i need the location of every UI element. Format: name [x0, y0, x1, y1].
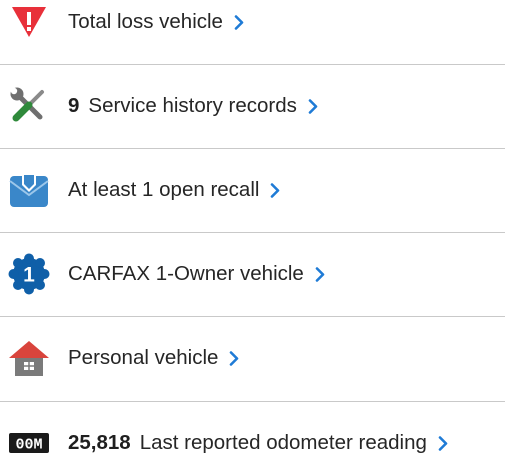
- recall-envelope-icon: [8, 168, 50, 212]
- divider: [0, 148, 505, 149]
- list-item-count: 9: [68, 94, 80, 117]
- list-item-text: CARFAX 1-Owner vehicle: [68, 262, 325, 286]
- list-item-personal-vehicle[interactable]: Personal vehicle: [0, 326, 505, 390]
- chevron-right-icon: [438, 435, 448, 451]
- list-item-text: Personal vehicle: [68, 346, 239, 370]
- chevron-right-icon: [234, 14, 244, 30]
- list-item-label: Service history records: [88, 94, 297, 117]
- divider: [0, 401, 505, 402]
- list-item-label: Total loss vehicle: [68, 10, 223, 33]
- divider: [0, 64, 505, 65]
- list-item-open-recall[interactable]: At least 1 open recall: [0, 158, 505, 222]
- list-item-count: 25,818: [68, 431, 131, 454]
- one-owner-badge-icon: 1: [8, 252, 50, 296]
- list-item-text: 9 Service history records: [68, 94, 318, 118]
- list-item-text: 25,818 Last reported odometer reading: [68, 431, 448, 455]
- list-item-label: Personal vehicle: [68, 346, 219, 369]
- odometer-digits: 00M: [15, 437, 42, 454]
- chevron-right-icon: [315, 266, 325, 282]
- wrench-screwdriver-icon: [8, 84, 50, 128]
- warning-triangle-icon: [8, 0, 50, 44]
- list-item-label: CARFAX 1-Owner vehicle: [68, 262, 304, 285]
- house-icon: [8, 336, 50, 380]
- chevron-right-icon: [270, 182, 280, 198]
- list-item-odometer[interactable]: 00M 25,818 Last reported odometer readin…: [0, 411, 505, 475]
- chevron-right-icon: [229, 350, 239, 366]
- list-item-service-history[interactable]: 9 Service history records: [0, 74, 505, 138]
- list-item-text: Total loss vehicle: [68, 10, 244, 34]
- divider: [0, 316, 505, 317]
- list-item-text: At least 1 open recall: [68, 178, 280, 202]
- chevron-right-icon: [308, 98, 318, 114]
- list-item-total-loss[interactable]: Total loss vehicle: [0, 0, 505, 54]
- list-item-label: Last reported odometer reading: [139, 431, 427, 454]
- divider: [0, 232, 505, 233]
- badge-number: 1: [23, 264, 35, 287]
- odometer-icon: 00M: [8, 421, 50, 465]
- list-item-label: At least 1 open recall: [68, 178, 260, 201]
- list-item-one-owner[interactable]: 1 CARFAX 1-Owner vehicle: [0, 242, 505, 306]
- vehicle-history-list: Total loss vehicle 9 Service history rec…: [0, 0, 505, 459]
